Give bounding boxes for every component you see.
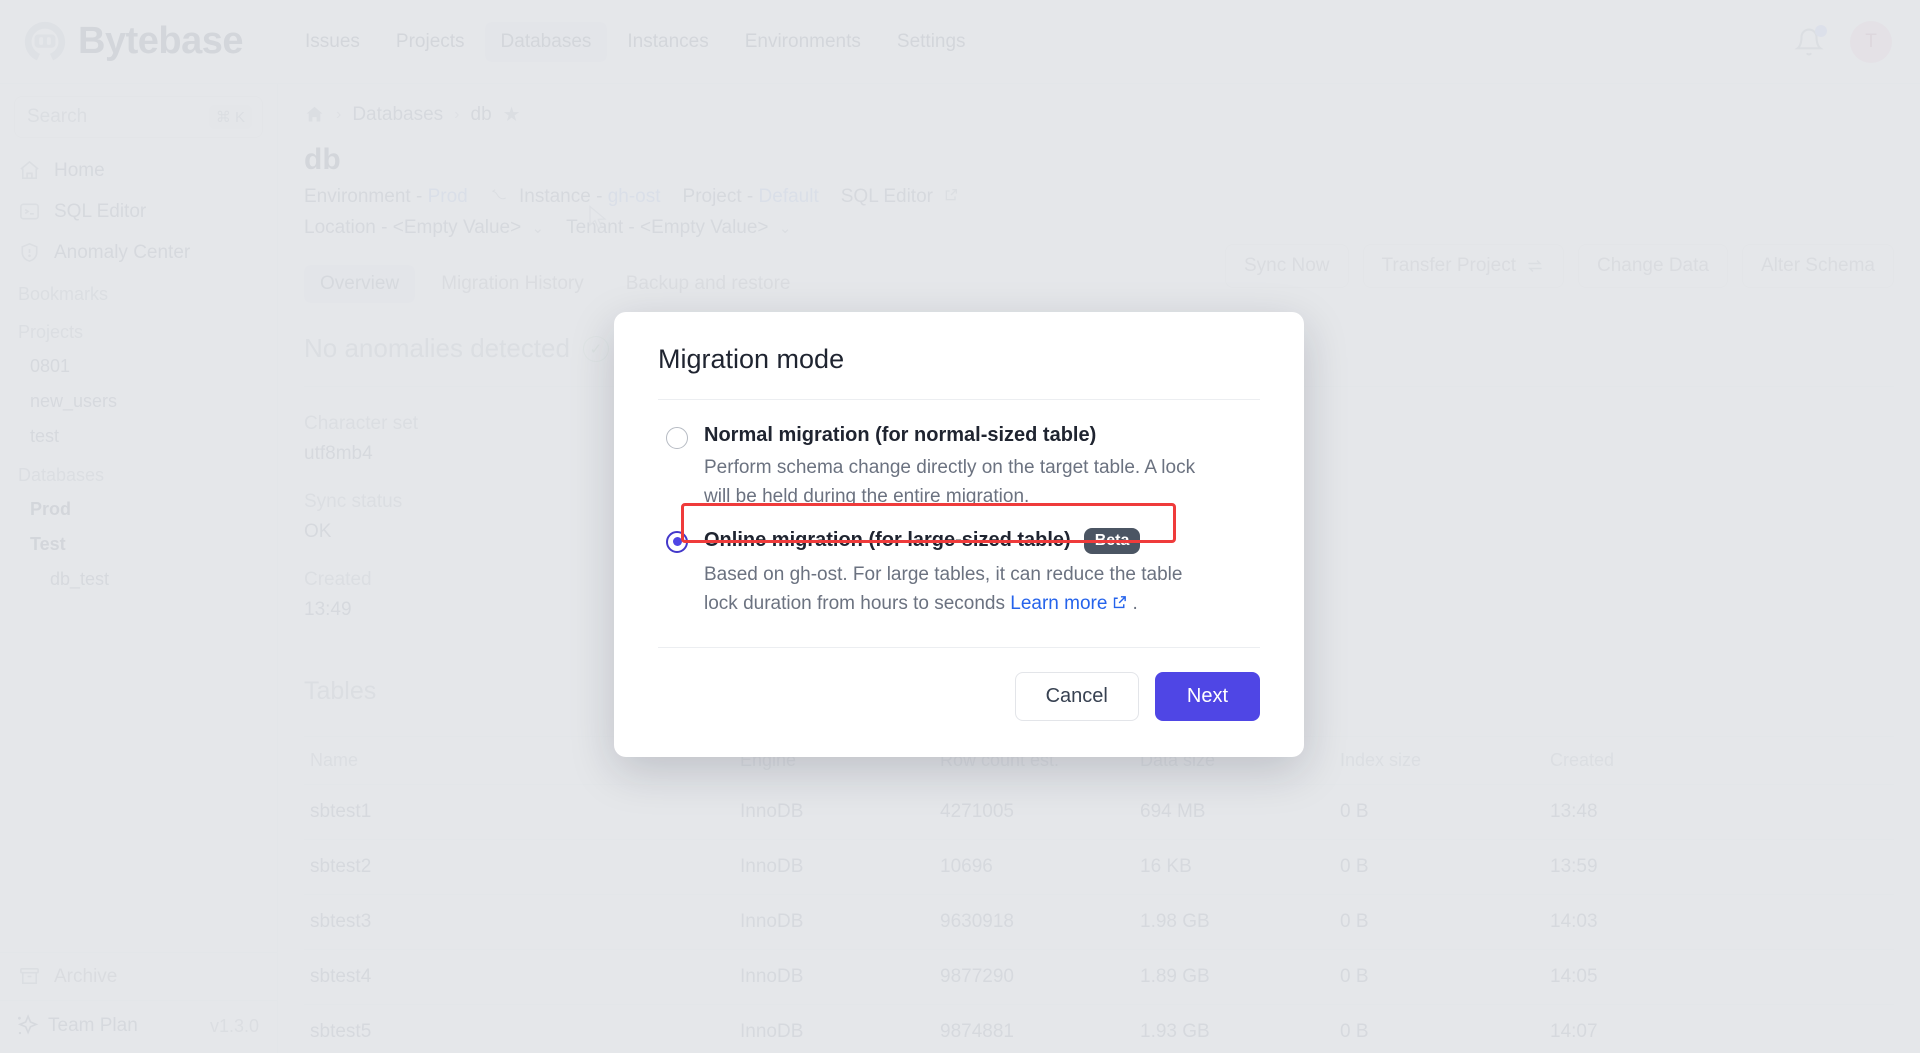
app-root: Bytebase Issues Projects Databases Insta… [0, 0, 1920, 1053]
option-label-text: Online migration (for large-sized table) [704, 529, 1071, 552]
option-online-migration[interactable]: Online migration (for large-sized table)… [658, 528, 1260, 619]
migration-mode-dialog: Migration mode Normal migration (for nor… [614, 312, 1304, 757]
option-description: Based on gh-ost. For large tables, it ca… [704, 561, 1216, 619]
option-label: Normal migration (for normal-sized table… [704, 424, 1260, 447]
option-description-suffix: . [1132, 593, 1137, 614]
dialog-title: Migration mode [658, 344, 1260, 375]
radio-online-migration[interactable] [666, 531, 688, 553]
dialog-footer-divider [658, 647, 1260, 648]
option-description: Perform schema change directly on the ta… [704, 454, 1216, 512]
next-button[interactable]: Next [1155, 672, 1260, 721]
option-label-text: Normal migration (for normal-sized table… [704, 424, 1096, 447]
dialog-actions: Cancel Next [658, 672, 1260, 721]
radio-normal-migration[interactable] [666, 427, 688, 449]
learn-more-link[interactable]: Learn more [1010, 593, 1107, 614]
cancel-button[interactable]: Cancel [1015, 672, 1139, 721]
dialog-title-divider [658, 399, 1260, 400]
external-link-icon[interactable] [1111, 594, 1128, 611]
option-normal-migration[interactable]: Normal migration (for normal-sized table… [658, 424, 1260, 512]
option-label: Online migration (for large-sized table)… [704, 528, 1260, 554]
beta-badge: Beta [1084, 528, 1141, 554]
